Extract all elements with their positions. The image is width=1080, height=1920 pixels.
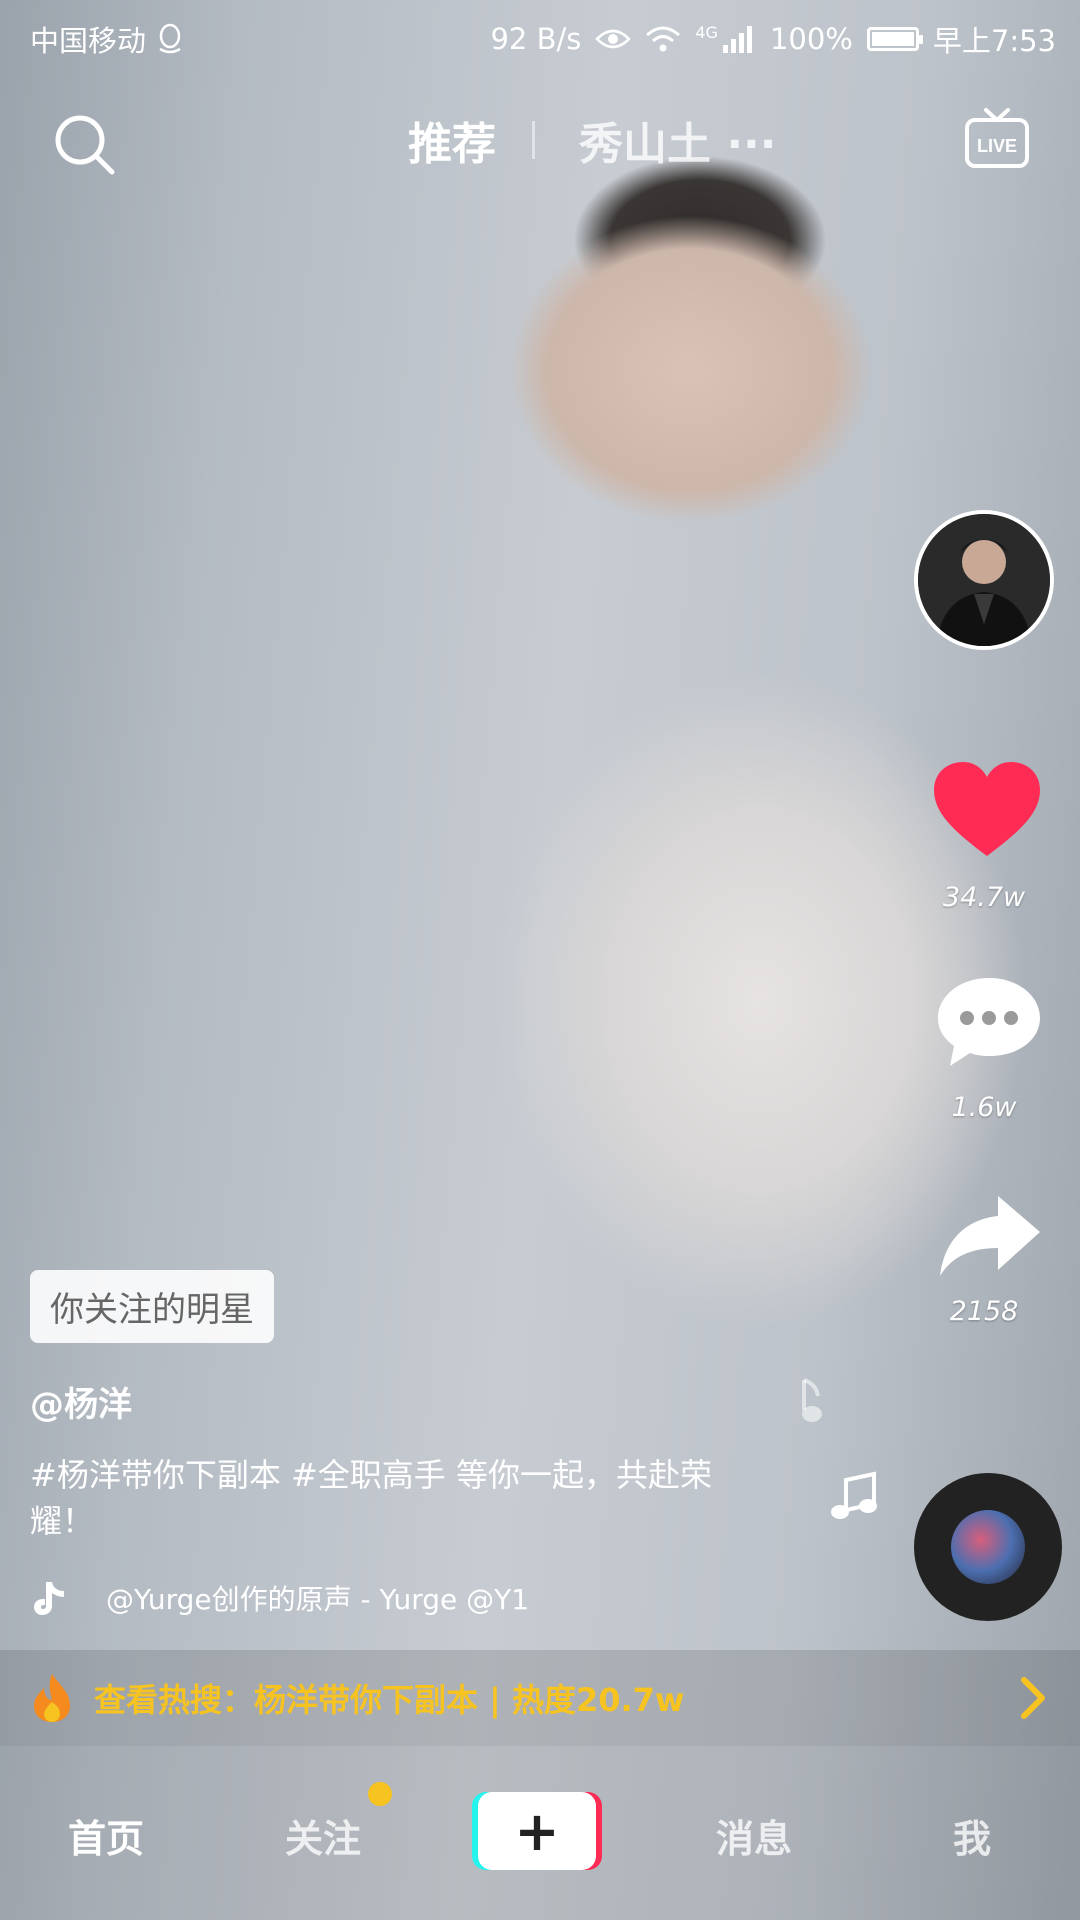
music-disc[interactable]: [914, 1473, 1062, 1621]
follow-star-tag[interactable]: 你关注的明星: [30, 1270, 274, 1343]
video-description[interactable]: #杨洋带你下副本 #全职高手 等你一起，共赴荣耀！: [30, 1452, 770, 1544]
like-count: 34.7w: [942, 882, 1026, 913]
eye-icon: [595, 29, 632, 49]
music-title: @Yurge创作的原声 - Yurge @Y1: [106, 1583, 530, 1616]
nav-messages[interactable]: 消息: [716, 1808, 792, 1863]
signal-icon: [722, 26, 752, 53]
tiktok-note-icon: [34, 1582, 64, 1615]
wifi-icon: [646, 26, 681, 52]
create-button[interactable]: +: [472, 1792, 602, 1870]
author-avatar[interactable]: [914, 510, 1054, 650]
status-bar: 中国移动 92 B/s 4G 100% 早上7:53: [0, 0, 1080, 76]
nav-me[interactable]: 我: [953, 1808, 991, 1863]
hot-search-bar[interactable]: 查看热搜：杨洋带你下副本 | 热度20.7w: [0, 1650, 1080, 1746]
comment-count: 1.6w: [951, 1092, 1017, 1123]
bottom-nav: 首页 关注 + 消息 我: [0, 1746, 1080, 1920]
tab-location[interactable]: 秀山土 ···: [579, 108, 776, 172]
qq-icon: [159, 23, 181, 54]
battery-icon: [866, 27, 923, 51]
fire-icon: [34, 1674, 70, 1722]
music-notes-icon: [802, 1378, 877, 1519]
network-type: 4G: [695, 22, 718, 42]
search-icon[interactable]: [50, 110, 120, 180]
author-name[interactable]: @杨洋: [30, 1377, 750, 1426]
nav-home[interactable]: 首页: [68, 1808, 144, 1863]
music-row[interactable]: @Yurge创作的原声 - Yurge @Y1: [30, 1578, 750, 1618]
comment-icon[interactable]: [934, 972, 1044, 1072]
video-background[interactable]: [0, 0, 1080, 1920]
hot-search-text: 查看热搜：杨洋带你下副本 | 热度20.7w: [94, 1681, 685, 1719]
heart-icon[interactable]: [932, 760, 1042, 860]
top-nav: 推荐 秀山土 ··· LIVE: [0, 90, 1080, 190]
live-tv-icon[interactable]: LIVE: [964, 106, 1030, 172]
share-count: 2158: [949, 1296, 1019, 1327]
plus-icon: +: [478, 1792, 596, 1870]
follow-notification-dot: [368, 1782, 392, 1806]
live-label: LIVE: [977, 136, 1017, 156]
feed-tabs: 推荐 秀山土 ···: [408, 108, 776, 172]
tab-recommend[interactable]: 推荐: [408, 108, 496, 172]
net-speed: 92 B/s: [490, 22, 582, 56]
clock: 早上7:53: [932, 24, 1056, 58]
avatar-image: [918, 514, 1050, 646]
tab-divider: [532, 121, 535, 159]
status-right: 92 B/s 4G 100% 早上7:53: [490, 18, 1056, 60]
battery-percent: 100%: [769, 22, 853, 56]
music-cover: [951, 1510, 1025, 1584]
carrier-label: 中国移动: [30, 24, 147, 58]
status-left: 中国移动: [30, 18, 184, 60]
video-info: 你关注的明星 @杨洋 #杨洋带你下副本 #全职高手 等你一起，共赴荣耀！ @Yu…: [30, 1270, 750, 1618]
share-arrow-icon[interactable]: [936, 1192, 1042, 1282]
nav-follow[interactable]: 关注: [285, 1808, 361, 1863]
chevron-right-icon: [1021, 1677, 1045, 1719]
